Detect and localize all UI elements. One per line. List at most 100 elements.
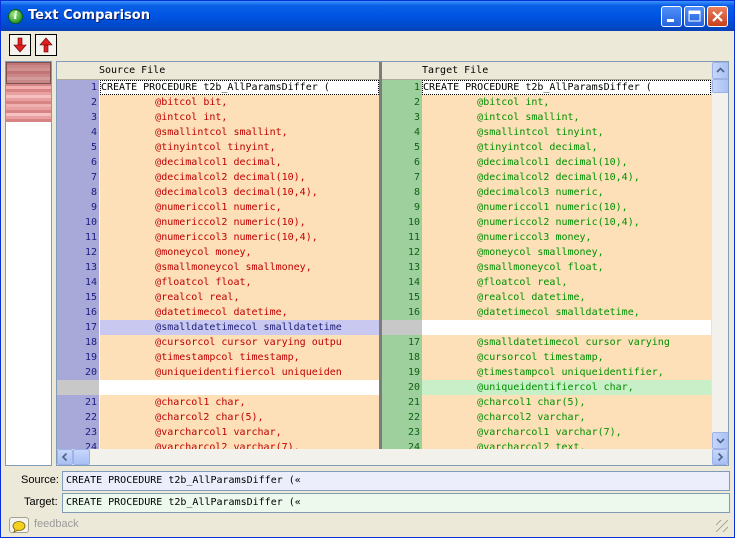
target-line[interactable]: 21 @charcol1 char(5),	[382, 395, 711, 410]
scroll-left-button[interactable]	[57, 449, 73, 465]
feedback-link[interactable]: feedback	[34, 518, 79, 530]
target-line[interactable]: 6 @decimalcol1 decimal(10),	[382, 155, 711, 170]
line-number: 5	[382, 140, 422, 155]
target-column-header: Target File	[382, 62, 711, 80]
close-button[interactable]	[707, 6, 728, 27]
target-line[interactable]: 15 @realcol datetime,	[382, 290, 711, 305]
target-line[interactable]	[382, 320, 711, 335]
line-number: 1	[382, 80, 422, 95]
target-line[interactable]: 17 @smalldatetimecol cursor varying	[382, 335, 711, 350]
target-line[interactable]: 4 @smallintcol tinyint,	[382, 125, 711, 140]
source-line[interactable]: 14 @floatcol float,	[57, 275, 379, 290]
line-number: 11	[382, 230, 422, 245]
vertical-scrollbar[interactable]	[711, 62, 728, 449]
source-line[interactable]: 4 @smallintcol smallint,	[57, 125, 379, 140]
resize-grip[interactable]	[716, 520, 728, 532]
minimize-button[interactable]	[661, 6, 682, 27]
source-line[interactable]: 11 @numericcol3 numeric(10,4),	[57, 230, 379, 245]
line-text: CREATE PROCEDURE t2b_AllParamsDiffer (	[422, 80, 711, 95]
line-text: @datetimecol datetime,	[100, 305, 379, 320]
target-line[interactable]: 1 CREATE PROCEDURE t2b_AllParamsDiffer (	[382, 80, 711, 95]
source-line[interactable]: 6 @decimalcol1 decimal,	[57, 155, 379, 170]
target-line[interactable]: 23 @varcharcol1 varchar(7),	[382, 425, 711, 440]
source-line[interactable]: 16 @datetimecol datetime,	[57, 305, 379, 320]
difference-overview[interactable]	[5, 61, 52, 466]
title-bar[interactable]: i Text Comparison	[1, 1, 734, 31]
source-line[interactable]: 3 @intcol int,	[57, 110, 379, 125]
line-text: @decimalcol1 decimal,	[100, 155, 379, 170]
chevron-right-icon	[717, 452, 724, 462]
source-line[interactable]: 9 @numericcol1 numeric,	[57, 200, 379, 215]
target-line[interactable]: 24 @varcharcol2 text,	[382, 440, 711, 449]
vertical-scroll-thumb[interactable]	[712, 79, 728, 93]
overview-viewport[interactable]	[6, 62, 51, 84]
scroll-right-button[interactable]	[712, 449, 728, 465]
line-text: @cursorcol cursor varying outpu	[100, 335, 379, 350]
target-line-field[interactable]: CREATE PROCEDURE t2b_AllParamsDiffer («	[62, 493, 730, 513]
app-icon: i	[8, 9, 23, 24]
source-line[interactable]: 1 CREATE PROCEDURE t2b_AllParamsDiffer (	[57, 80, 379, 95]
target-line[interactable]: 10 @numericcol2 numeric(10,4),	[382, 215, 711, 230]
maximize-button[interactable]	[684, 6, 705, 27]
source-line[interactable]: 8 @decimalcol3 decimal(10,4),	[57, 185, 379, 200]
source-line[interactable]: 13 @smallmoneycol smallmoney,	[57, 260, 379, 275]
window-title: Text Comparison	[28, 8, 150, 23]
source-line[interactable]: 5 @tinyintcol tinyint,	[57, 140, 379, 155]
target-line[interactable]: 7 @decimalcol2 decimal(10,4),	[382, 170, 711, 185]
line-text: @charcol1 char,	[100, 395, 379, 410]
next-difference-button[interactable]	[9, 34, 31, 56]
source-line[interactable]: 2 @bitcol bit,	[57, 95, 379, 110]
line-number: 2	[382, 95, 422, 110]
target-line[interactable]: 14 @floatcol real,	[382, 275, 711, 290]
source-line-field[interactable]: CREATE PROCEDURE t2b_AllParamsDiffer («	[62, 471, 730, 491]
source-line[interactable]: 23 @varcharcol1 varchar,	[57, 425, 379, 440]
target-line[interactable]: 3 @intcol smallint,	[382, 110, 711, 125]
line-number: 14	[57, 275, 99, 290]
scroll-up-button[interactable]	[712, 62, 728, 79]
line-number: 5	[57, 140, 99, 155]
target-label: Target:	[24, 496, 58, 508]
horizontal-scrollbar[interactable]	[57, 449, 728, 465]
source-line[interactable]: 22 @charcol2 char(5),	[57, 410, 379, 425]
line-number: 8	[382, 185, 422, 200]
scroll-down-button[interactable]	[712, 432, 728, 449]
chevron-left-icon	[61, 452, 68, 462]
source-line[interactable]: 17 @smalldatetimecol smalldatetime	[57, 320, 379, 335]
target-line[interactable]: 8 @decimalcol3 numeric,	[382, 185, 711, 200]
source-line[interactable]: 20 @uniqueidentifiercol uniqueiden	[57, 365, 379, 380]
horizontal-scroll-thumb[interactable]	[73, 449, 90, 465]
source-line[interactable]: 12 @moneycol money,	[57, 245, 379, 260]
line-number: 24	[382, 440, 422, 449]
target-line[interactable]: 22 @charcol2 varchar,	[382, 410, 711, 425]
target-line[interactable]: 13 @smallmoneycol float,	[382, 260, 711, 275]
line-text	[422, 320, 711, 335]
target-line[interactable]: 16 @datetimecol smalldatetime,	[382, 305, 711, 320]
target-line[interactable]: 20 @uniqueidentifiercol char,	[382, 380, 711, 395]
source-line[interactable]	[57, 380, 379, 395]
source-pane[interactable]: 1 CREATE PROCEDURE t2b_AllParamsDiffer (2…	[57, 80, 379, 449]
source-line[interactable]: 7 @decimalcol2 decimal(10),	[57, 170, 379, 185]
line-number: 10	[57, 215, 99, 230]
target-line[interactable]: 2 @bitcol int,	[382, 95, 711, 110]
source-line[interactable]: 10 @numericcol2 numeric(10),	[57, 215, 379, 230]
line-text: @smallintcol tinyint,	[422, 125, 711, 140]
close-icon	[712, 11, 723, 22]
target-line[interactable]: 11 @numericcol3 money,	[382, 230, 711, 245]
chat-bubble-icon[interactable]	[9, 517, 29, 533]
line-number: 21	[382, 395, 422, 410]
target-line[interactable]: 18 @cursorcol timestamp,	[382, 350, 711, 365]
minimize-icon	[667, 19, 674, 22]
target-line[interactable]: 12 @moneycol smallmoney,	[382, 245, 711, 260]
line-text: CREATE PROCEDURE t2b_AllParamsDiffer (	[100, 80, 379, 95]
source-line[interactable]: 18 @cursorcol cursor varying outpu	[57, 335, 379, 350]
target-line[interactable]: 5 @tinyintcol decimal,	[382, 140, 711, 155]
source-line[interactable]: 24 @varcharcol2 varchar(7),	[57, 440, 379, 449]
target-pane[interactable]: 1 CREATE PROCEDURE t2b_AllParamsDiffer (2…	[382, 80, 711, 449]
target-line[interactable]: 19 @timestampcol uniqueidentifier,	[382, 365, 711, 380]
target-line[interactable]: 9 @numericcol1 numeric(10),	[382, 200, 711, 215]
source-line[interactable]: 21 @charcol1 char,	[57, 395, 379, 410]
previous-difference-button[interactable]	[35, 34, 57, 56]
source-line[interactable]: 15 @realcol real,	[57, 290, 379, 305]
source-line[interactable]: 19 @timestampcol timestamp,	[57, 350, 379, 365]
source-column-header: Source File	[57, 62, 379, 80]
